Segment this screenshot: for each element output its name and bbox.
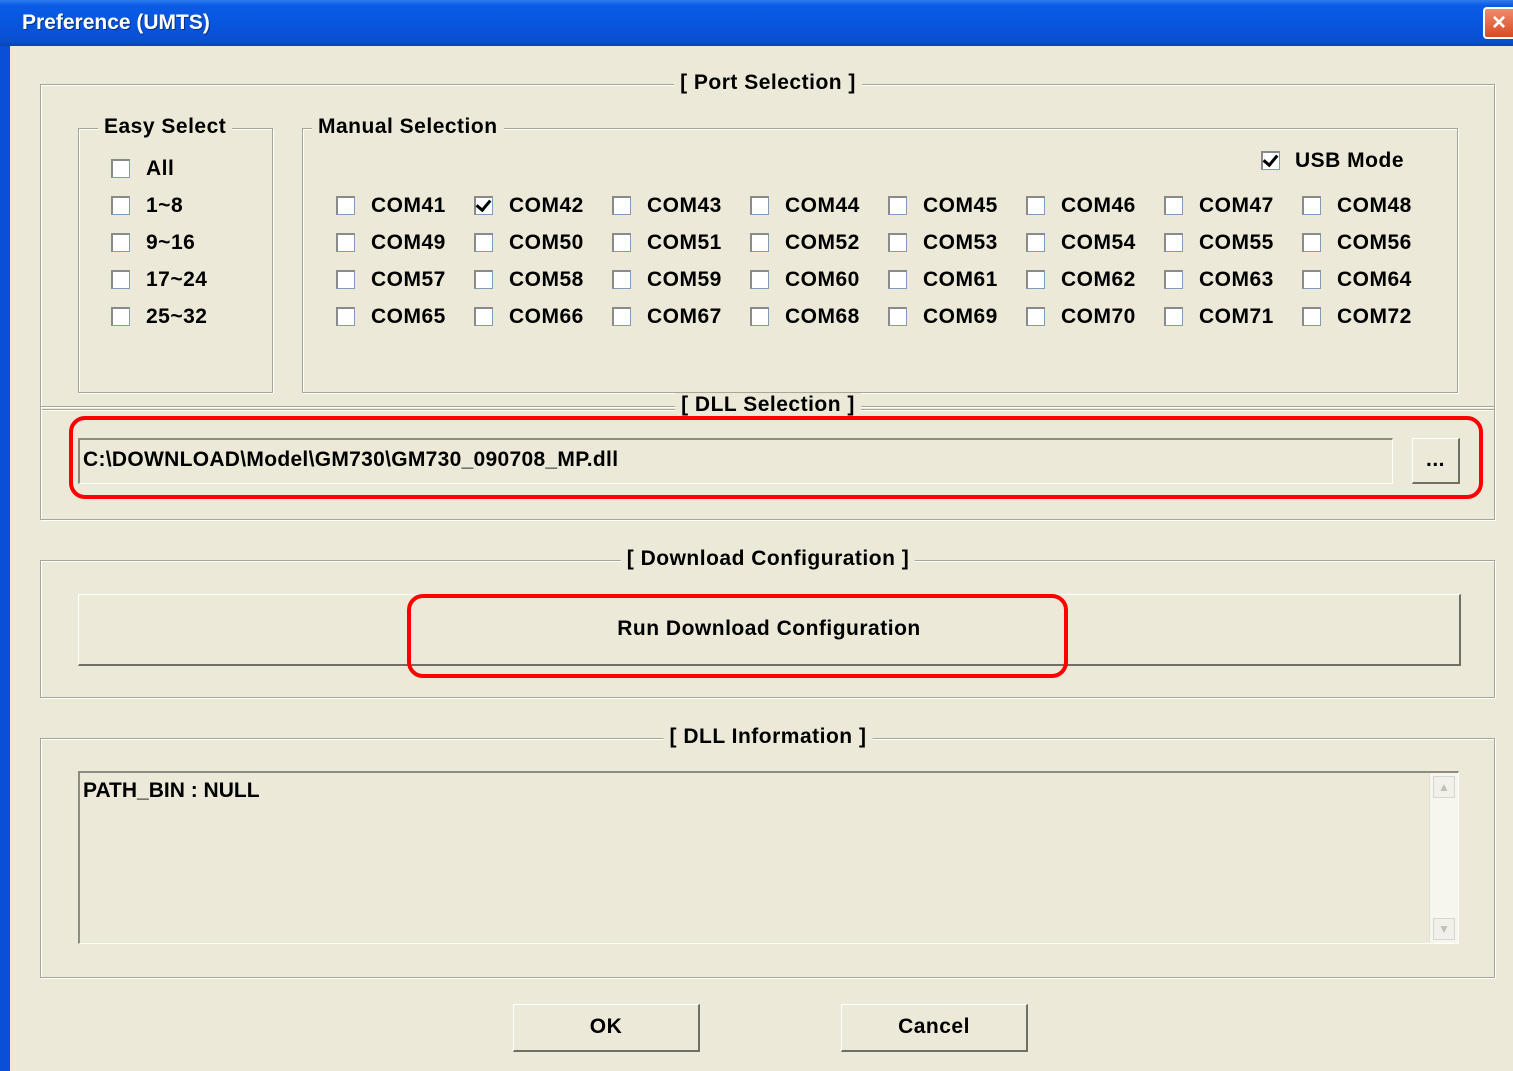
dll-information-text: PATH_BIN : NULL [83, 779, 260, 802]
window-title: Preference (UMTS) [22, 11, 210, 34]
com-port-com53-checkbox[interactable] [888, 233, 907, 252]
run-download-highlight [407, 594, 1068, 678]
com-port-label-com68[interactable]: COM68 [785, 305, 860, 329]
com-port-com56-checkbox[interactable] [1302, 233, 1321, 252]
com-port-label-com41[interactable]: COM41 [371, 194, 446, 218]
com-port-label-com69[interactable]: COM69 [923, 305, 998, 329]
com-port-com58-checkbox[interactable] [474, 270, 493, 289]
com-port-label-com62[interactable]: COM62 [1061, 268, 1136, 292]
com-port-label-com56[interactable]: COM56 [1337, 231, 1412, 255]
cancel-button[interactable]: Cancel [841, 1004, 1028, 1052]
com-port-label-com63[interactable]: COM63 [1199, 268, 1274, 292]
com-port-com72-checkbox[interactable] [1302, 307, 1321, 326]
scroll-down-icon[interactable]: ▼ [1433, 918, 1455, 940]
easy-select-group [78, 128, 273, 393]
port-selection-legend: [ Port Selection ] [674, 71, 862, 95]
com-port-label-com52[interactable]: COM52 [785, 231, 860, 255]
close-icon[interactable]: × [1483, 7, 1513, 39]
com-port-com46-checkbox[interactable] [1026, 196, 1045, 215]
com-port-label-com66[interactable]: COM66 [509, 305, 584, 329]
com-port-com49-checkbox[interactable] [336, 233, 355, 252]
com-port-com68-checkbox[interactable] [750, 307, 769, 326]
com-port-com59-checkbox[interactable] [612, 270, 631, 289]
com-port-label-com72[interactable]: COM72 [1337, 305, 1412, 329]
com-port-com66-checkbox[interactable] [474, 307, 493, 326]
com-port-com60-checkbox[interactable] [750, 270, 769, 289]
easy-select-label-0[interactable]: All [146, 157, 174, 181]
com-port-com45-checkbox[interactable] [888, 196, 907, 215]
easy-select-3-checkbox[interactable] [111, 270, 130, 289]
scroll-up-icon[interactable]: ▲ [1433, 776, 1455, 798]
com-port-com44-checkbox[interactable] [750, 196, 769, 215]
com-port-com69-checkbox[interactable] [888, 307, 907, 326]
com-port-com47-checkbox[interactable] [1164, 196, 1183, 215]
com-port-label-com60[interactable]: COM60 [785, 268, 860, 292]
com-port-label-com61[interactable]: COM61 [923, 268, 998, 292]
com-port-label-com67[interactable]: COM67 [647, 305, 722, 329]
com-port-label-com49[interactable]: COM49 [371, 231, 446, 255]
com-port-label-com58[interactable]: COM58 [509, 268, 584, 292]
com-port-label-com55[interactable]: COM55 [1199, 231, 1274, 255]
com-port-label-com65[interactable]: COM65 [371, 305, 446, 329]
com-port-label-com48[interactable]: COM48 [1337, 194, 1412, 218]
ok-button[interactable]: OK [513, 1004, 700, 1052]
com-port-com57-checkbox[interactable] [336, 270, 355, 289]
title-bar[interactable]: Preference (UMTS) × [0, 0, 1513, 46]
com-port-com65-checkbox[interactable] [336, 307, 355, 326]
easy-select-2-checkbox[interactable] [111, 233, 130, 252]
dll-information-textarea[interactable]: PATH_BIN : NULL ▲ ▼ [78, 771, 1459, 944]
com-port-com54-checkbox[interactable] [1026, 233, 1045, 252]
com-port-label-com53[interactable]: COM53 [923, 231, 998, 255]
manual-selection-legend: Manual Selection [312, 115, 504, 139]
com-port-label-com54[interactable]: COM54 [1061, 231, 1136, 255]
dll-selection-highlight [69, 416, 1483, 499]
easy-select-label-2[interactable]: 9~16 [146, 231, 195, 255]
com-port-com50-checkbox[interactable] [474, 233, 493, 252]
com-port-label-com50[interactable]: COM50 [509, 231, 584, 255]
com-port-com70-checkbox[interactable] [1026, 307, 1045, 326]
manual-selection-group [302, 128, 1458, 393]
com-port-com41-checkbox[interactable] [336, 196, 355, 215]
com-port-com48-checkbox[interactable] [1302, 196, 1321, 215]
easy-select-4-checkbox[interactable] [111, 307, 130, 326]
dialog-client-area: [ Port Selection ] Easy Select Manual Se… [10, 46, 1513, 1071]
com-port-com52-checkbox[interactable] [750, 233, 769, 252]
com-port-com61-checkbox[interactable] [888, 270, 907, 289]
com-port-label-com46[interactable]: COM46 [1061, 194, 1136, 218]
com-port-com63-checkbox[interactable] [1164, 270, 1183, 289]
com-port-com62-checkbox[interactable] [1026, 270, 1045, 289]
easy-select-label-3[interactable]: 17~24 [146, 268, 207, 292]
com-port-com71-checkbox[interactable] [1164, 307, 1183, 326]
com-port-label-com44[interactable]: COM44 [785, 194, 860, 218]
easy-select-0-checkbox[interactable] [111, 159, 130, 178]
preference-dialog: Preference (UMTS) × [ Port Selection ] E… [0, 0, 1513, 1071]
com-port-com55-checkbox[interactable] [1164, 233, 1183, 252]
com-port-label-com71[interactable]: COM71 [1199, 305, 1274, 329]
com-port-label-com42[interactable]: COM42 [509, 194, 584, 218]
easy-select-label-4[interactable]: 25~32 [146, 305, 207, 329]
com-port-label-com57[interactable]: COM57 [371, 268, 446, 292]
com-port-label-com64[interactable]: COM64 [1337, 268, 1412, 292]
easy-select-label-1[interactable]: 1~8 [146, 194, 183, 218]
com-port-com43-checkbox[interactable] [612, 196, 631, 215]
com-port-label-com47[interactable]: COM47 [1199, 194, 1274, 218]
dll-selection-legend: [ DLL Selection ] [675, 393, 861, 417]
com-port-label-com51[interactable]: COM51 [647, 231, 722, 255]
easy-select-1-checkbox[interactable] [111, 196, 130, 215]
com-port-label-com59[interactable]: COM59 [647, 268, 722, 292]
com-port-label-com43[interactable]: COM43 [647, 194, 722, 218]
vertical-scrollbar[interactable]: ▲ ▼ [1429, 773, 1458, 943]
dll-information-legend: [ DLL Information ] [663, 725, 873, 749]
com-port-label-com70[interactable]: COM70 [1061, 305, 1136, 329]
com-port-com51-checkbox[interactable] [612, 233, 631, 252]
com-port-com64-checkbox[interactable] [1302, 270, 1321, 289]
download-configuration-legend: [ Download Configuration ] [620, 547, 916, 571]
com-port-com42-checkbox[interactable] [474, 196, 493, 215]
usb-mode-checkbox[interactable] [1261, 151, 1280, 170]
easy-select-legend: Easy Select [98, 115, 233, 139]
usb-mode-label[interactable]: USB Mode [1295, 149, 1404, 173]
com-port-com67-checkbox[interactable] [612, 307, 631, 326]
com-port-label-com45[interactable]: COM45 [923, 194, 998, 218]
